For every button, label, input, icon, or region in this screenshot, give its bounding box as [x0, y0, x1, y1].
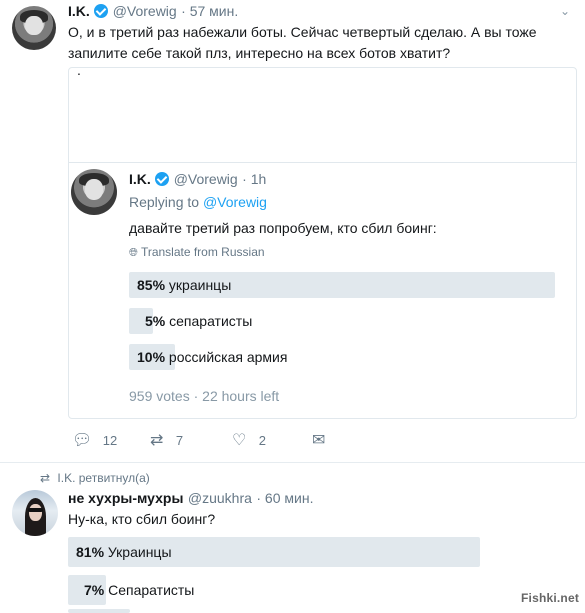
translate-link[interactable]: 🌐︎ Translate from Russian — [129, 245, 265, 260]
poll-option-text: 81% Украинцы — [76, 544, 172, 560]
quoted-header: I.K. @Vorewig · 1h — [129, 171, 266, 189]
poll-option: 7% Сепаратисты — [68, 575, 480, 605]
retweet-author-name[interactable]: не хухры-мухры — [68, 490, 183, 506]
poll-percent: 7% — [84, 582, 105, 598]
author-name[interactable]: I.K. — [68, 3, 90, 19]
like-count: 2 — [258, 433, 267, 448]
retweet-icon: ⇄ — [150, 432, 164, 449]
watermark: Fishki.net — [518, 590, 583, 606]
poll-label: Украинцы — [107, 544, 172, 560]
retweet-author-avatar[interactable] — [12, 490, 58, 536]
poll-option-text: 5% сепаратисты — [145, 313, 252, 329]
retweet-small-icon: ⇄ — [40, 471, 51, 485]
poll-label: украинцы — [168, 277, 232, 293]
tweet-time[interactable]: · 57 мин. — [181, 3, 238, 19]
poll-option-text: 7% Сепаратисты — [84, 582, 194, 598]
replying-to-prefix: Replying to — [129, 194, 200, 210]
retweet-author-handle[interactable]: @zuukhra — [188, 490, 252, 506]
quoted-text: давайте третий раз попробуем, кто сбил б… — [129, 220, 437, 236]
quote-top-text: . — [77, 62, 81, 78]
message-action[interactable]: ✉︎ — [312, 432, 325, 450]
quoted-time[interactable]: · 1h — [242, 171, 266, 187]
retweet-header: не хухры-мухры @zuukhra · 60 мин. — [68, 490, 313, 508]
quote-divider — [69, 162, 576, 163]
verified-badge-icon — [155, 172, 170, 186]
envelope-icon: ✉︎ — [312, 432, 326, 449]
quoted-card[interactable]: . I.K. @Vorewig · 1h Replying to @Vorewi… — [68, 62, 577, 419]
reply-action[interactable]: 💬︎ 12 — [72, 432, 117, 450]
poll-option: 10% российская армия — [129, 344, 557, 370]
replying-to: Replying to @Vorewig — [129, 194, 267, 210]
retweeted-by-text[interactable]: I.K. ретвитнул(а) — [57, 471, 149, 485]
poll-label: сепаратисты — [169, 313, 253, 329]
poll-option: 81% Украинцы — [68, 537, 480, 567]
poll-meta: 959 votes · 22 hours left — [129, 388, 280, 404]
retweet-action[interactable]: ⇄ 7 — [150, 432, 183, 450]
quoted-author-name[interactable]: I.K. — [129, 171, 151, 187]
replying-to-handle[interactable]: @Vorewig — [203, 194, 267, 210]
avatar-face — [25, 15, 43, 36]
poll-percent: 85% — [137, 277, 166, 293]
poll-percent: 5% — [145, 313, 166, 329]
reply-icon: 💬︎ — [72, 432, 93, 449]
retweet-time[interactable]: · 60 мин. — [256, 490, 313, 506]
retweet-count: 7 — [175, 433, 184, 448]
poll-percent: 81% — [76, 544, 105, 560]
poll-percent: 10% — [137, 349, 166, 365]
tweet-text: О, и в третий раз набежали боты. Сейчас … — [68, 24, 537, 61]
avatar-glasses — [28, 508, 43, 513]
globe-icon: 🌐︎ — [129, 247, 138, 259]
reply-count: 12 — [102, 433, 118, 448]
tweet-caret-icon[interactable]: ⌄ — [560, 4, 572, 18]
translate-label: Translate from Russian — [140, 245, 265, 259]
tweet-header: I.K. @Vorewig · 57 мин. — [68, 3, 238, 21]
retweet-text: Ну-ка, кто сбил боинг? — [68, 511, 216, 527]
like-action[interactable]: ♡ 2 — [232, 432, 266, 450]
poll-option: 85% украинцы — [129, 272, 557, 298]
tweet-actions: 💬︎ 12 ⇄ 7 ♡ 2 ✉︎ — [72, 432, 352, 450]
quoted-author-handle[interactable]: @Vorewig — [174, 171, 238, 187]
poll-option-text: 85% украинцы — [137, 277, 231, 293]
poll-label: Сепаратисты — [108, 582, 195, 598]
poll-label: российская армия — [168, 349, 288, 365]
author-handle[interactable]: @Vorewig — [113, 3, 177, 19]
heart-icon: ♡ — [232, 432, 247, 449]
avatar-face — [84, 179, 104, 200]
verified-badge-icon — [94, 4, 109, 18]
poll-option-text: 10% российская армия — [137, 349, 287, 365]
quoted-author-avatar[interactable] — [71, 169, 117, 215]
tweet-separator — [0, 462, 585, 463]
poll-option: 5% сепаратисты — [129, 308, 557, 334]
avatar-face — [29, 503, 42, 522]
author-avatar[interactable] — [12, 6, 56, 50]
retweeted-by: ⇄ I.K. ретвитнул(а) — [40, 471, 150, 485]
